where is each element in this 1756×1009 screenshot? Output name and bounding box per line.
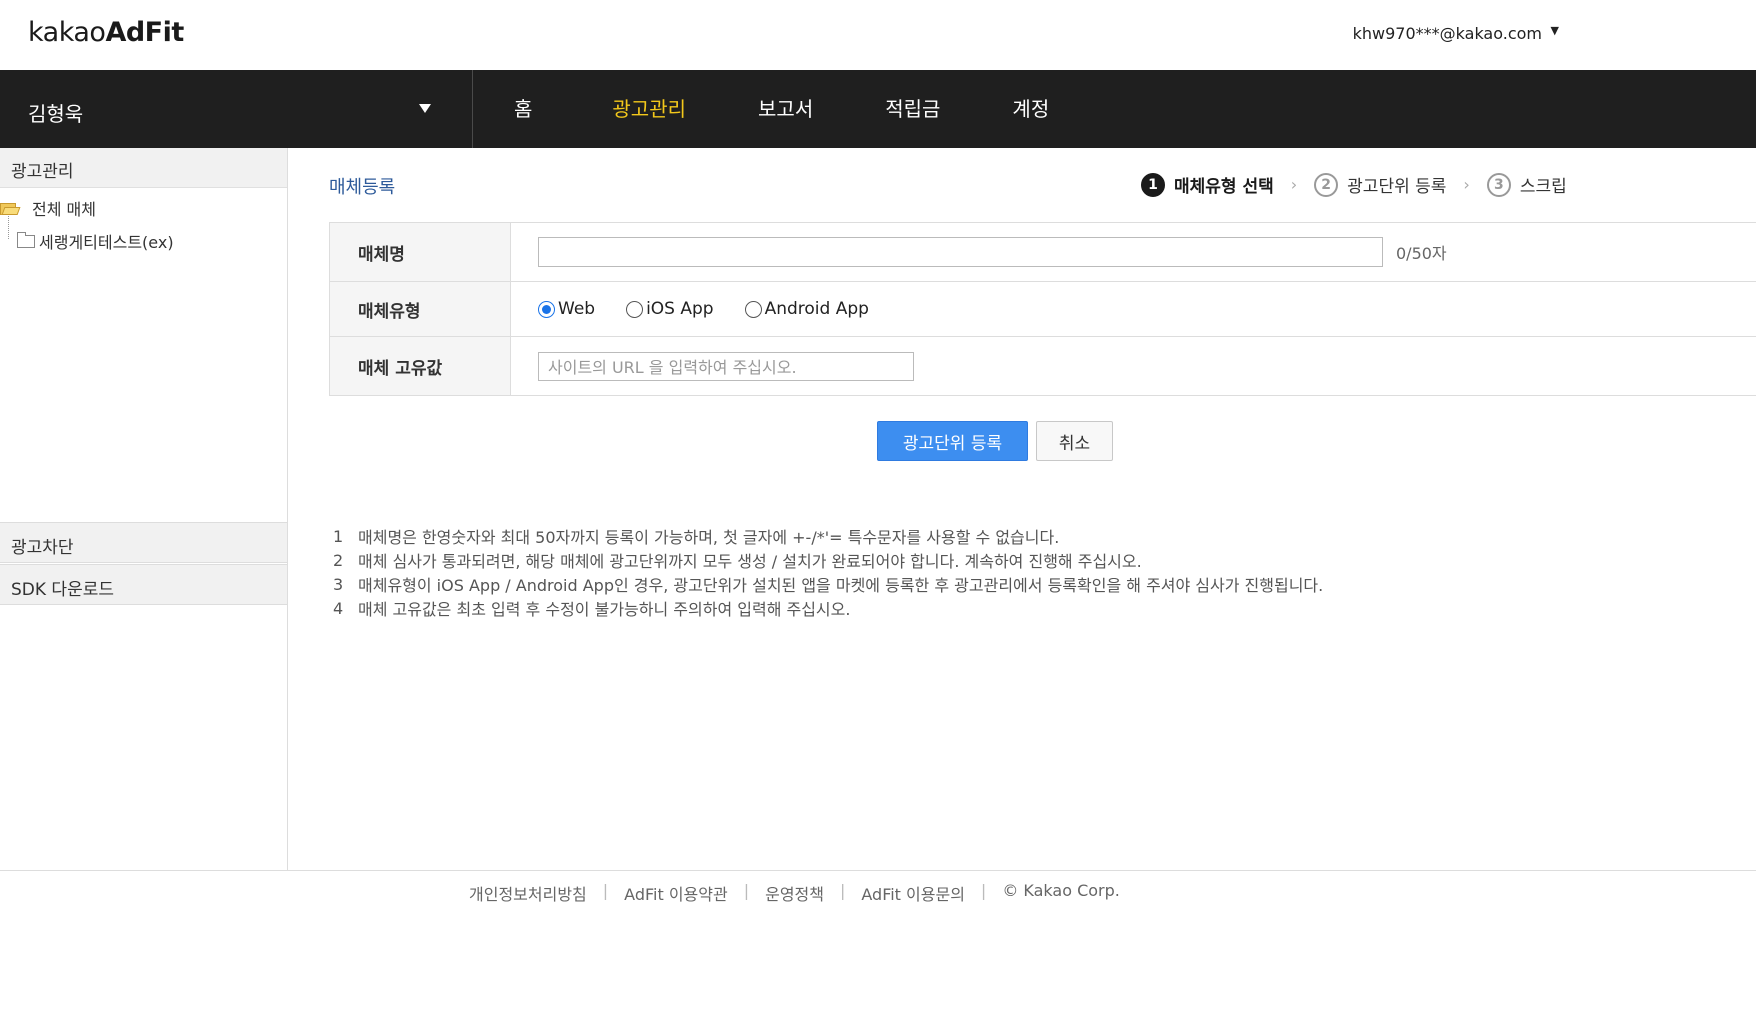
sidebar-item-ad-block[interactable]: 광고차단 (0, 522, 287, 563)
account-dropdown-icon[interactable]: ▼ (1551, 24, 1559, 37)
media-name-cell: 0/50자 (511, 223, 1756, 281)
tree-item-label: 전체 매체 (32, 200, 96, 219)
nav-item-account[interactable]: 계정 (976, 70, 1085, 148)
note-text: 매체명은 한영숫자와 최대 50자까지 등록이 가능하며, 첫 글자에 +-/*… (358, 528, 1060, 547)
note-item: 2 매체 심사가 통과되려면, 해당 매체에 광고단위까지 모두 생성 / 설치… (333, 548, 1433, 572)
tree-item-all-media[interactable]: 전체 매체 (0, 196, 96, 220)
media-name-label: 매체명 (330, 223, 511, 281)
step-indicator: 1 매체유형 선택 › 2 광고단위 등록 › 3 스크립 (1141, 172, 1567, 197)
footer-link-privacy[interactable]: 개인정보처리방침 (469, 881, 587, 905)
register-ad-unit-button[interactable]: 광고단위 등록 (877, 421, 1028, 461)
step-label: 스크립 (1519, 177, 1567, 197)
footer-separator: | (980, 881, 987, 900)
footer-links: 개인정보처리방침 | AdFit 이용약관 | 운영정책 | AdFit 이용문… (469, 881, 1120, 905)
note-text: 매체유형이 iOS App / Android App인 경우, 광고단위가 설… (358, 576, 1324, 595)
media-id-cell: 사이트의 URL 을 입력하여 주십시오. (511, 337, 1756, 395)
note-number: 1 (333, 526, 344, 546)
cancel-button[interactable]: 취소 (1036, 421, 1113, 461)
radio-ios-app[interactable]: iOS App (626, 299, 714, 319)
radio-label: iOS App (646, 299, 714, 319)
footer: 개인정보처리방침 | AdFit 이용약관 | 운영정책 | AdFit 이용문… (0, 870, 1756, 1009)
nav-menu: 홈 광고관리 보고서 적립금 계정 (473, 70, 1085, 148)
account-email[interactable]: khw970***@kakao.com (1353, 24, 1542, 43)
sidebar-heading[interactable]: 광고관리 (0, 148, 287, 188)
footer-copyright: © Kakao Corp. (1002, 881, 1120, 900)
step-3: 3 스크립 (1486, 172, 1567, 197)
media-type-cell: Web iOS App Android App (511, 282, 1756, 336)
form-row-media-name: 매체명 0/50자 (330, 223, 1756, 282)
radio-unchecked-icon[interactable] (744, 300, 762, 318)
nav-item-home[interactable]: 홈 (473, 70, 576, 148)
note-number: 4 (333, 598, 344, 618)
step-number: 3 (1486, 172, 1511, 197)
media-type-label: 매체유형 (330, 282, 511, 336)
step-number: 1 (1141, 172, 1165, 197)
sidebar-item-sdk-download[interactable]: SDK 다운로드 (0, 564, 287, 605)
footer-link-terms[interactable]: AdFit 이용약관 (624, 881, 728, 905)
media-form: 매체명 0/50자 매체유형 Web iOS App Android App 매… (329, 222, 1756, 396)
media-url-input[interactable]: 사이트의 URL 을 입력하여 주십시오. (538, 351, 914, 381)
form-row-media-id: 매체 고유값 사이트의 URL 을 입력하여 주십시오. (330, 337, 1756, 396)
radio-label: Android App (764, 299, 869, 319)
char-counter: 0/50자 (1396, 244, 1447, 263)
note-item: 3 매체유형이 iOS App / Android App인 경우, 광고단위가… (333, 572, 1433, 596)
footer-link-policy[interactable]: 운영정책 (765, 881, 824, 905)
radio-web[interactable]: Web (538, 299, 595, 319)
media-id-label: 매체 고유값 (330, 337, 511, 395)
radio-label: Web (558, 299, 596, 319)
radio-checked-icon[interactable] (538, 300, 555, 318)
user-selector[interactable]: 김형욱 (0, 70, 473, 148)
note-number: 2 (333, 550, 344, 570)
radio-unchecked-icon[interactable] (626, 300, 644, 318)
chevron-right-icon: › (1290, 175, 1298, 194)
note-item: 4 매체 고유값은 최초 입력 후 수정이 불가능하니 주의하여 입력해 주십시… (333, 596, 1433, 620)
page-title: 매체등록 (329, 177, 396, 198)
user-name: 김형욱 (28, 102, 84, 126)
radio-android-app[interactable]: Android App (744, 299, 869, 319)
logo-light-text: kakao (28, 17, 106, 48)
footer-separator: | (602, 881, 609, 900)
tree-item-media[interactable]: 세랭게티테스트(ex) (17, 229, 174, 253)
footer-separator: | (839, 881, 846, 900)
nav-item-ad-management[interactable]: 광고관리 (576, 70, 722, 148)
sidebar: 광고관리 전체 매체 세랭게티테스트(ex) 광고차단 SDK 다운로드 (0, 148, 288, 870)
note-text: 매체 심사가 통과되려면, 해당 매체에 광고단위까지 모두 생성 / 설치가 … (358, 552, 1142, 571)
folder-icon (17, 231, 35, 248)
media-name-input[interactable] (538, 237, 1383, 267)
main-nav: 김형욱 홈 광고관리 보고서 적립금 계정 (0, 70, 1756, 148)
note-text: 매체 고유값은 최초 입력 후 수정이 불가능하니 주의하여 입력해 주십시오. (358, 600, 851, 619)
guide-notes: 1 매체명은 한영숫자와 최대 50자까지 등록이 가능하며, 첫 글자에 +-… (333, 524, 1433, 620)
user-dropdown-icon[interactable] (419, 104, 431, 113)
logo-bold-text: AdFit (105, 17, 184, 48)
note-item: 1 매체명은 한영숫자와 최대 50자까지 등록이 가능하며, 첫 글자에 +-… (333, 524, 1433, 548)
chevron-right-icon: › (1463, 175, 1470, 194)
tree-item-label: 세랭게티테스트(ex) (39, 233, 174, 252)
step-label: 광고단위 등록 (1347, 177, 1447, 197)
main-content: 매체등록 1 매체유형 선택 › 2 광고단위 등록 › 3 스크립 매체명 0… (289, 148, 1756, 870)
footer-link-inquiry[interactable]: AdFit 이용문의 (861, 881, 965, 905)
step-label: 매체유형 선택 (1174, 177, 1274, 197)
open-folder-icon (0, 201, 21, 215)
nav-item-reports[interactable]: 보고서 (722, 70, 849, 148)
step-number: 2 (1314, 172, 1339, 197)
step-2: 2 광고단위 등록 (1314, 172, 1446, 197)
nav-item-credits[interactable]: 적립금 (849, 70, 976, 148)
kakao-adfit-logo[interactable]: kakaoAdFit (28, 17, 184, 48)
top-bar: kakaoAdFit khw970***@kakao.com ▼ (0, 0, 1756, 70)
form-row-media-type: 매체유형 Web iOS App Android App (330, 282, 1756, 337)
footer-separator: | (743, 881, 750, 900)
step-1: 1 매체유형 선택 (1141, 172, 1274, 197)
note-number: 3 (333, 574, 344, 594)
